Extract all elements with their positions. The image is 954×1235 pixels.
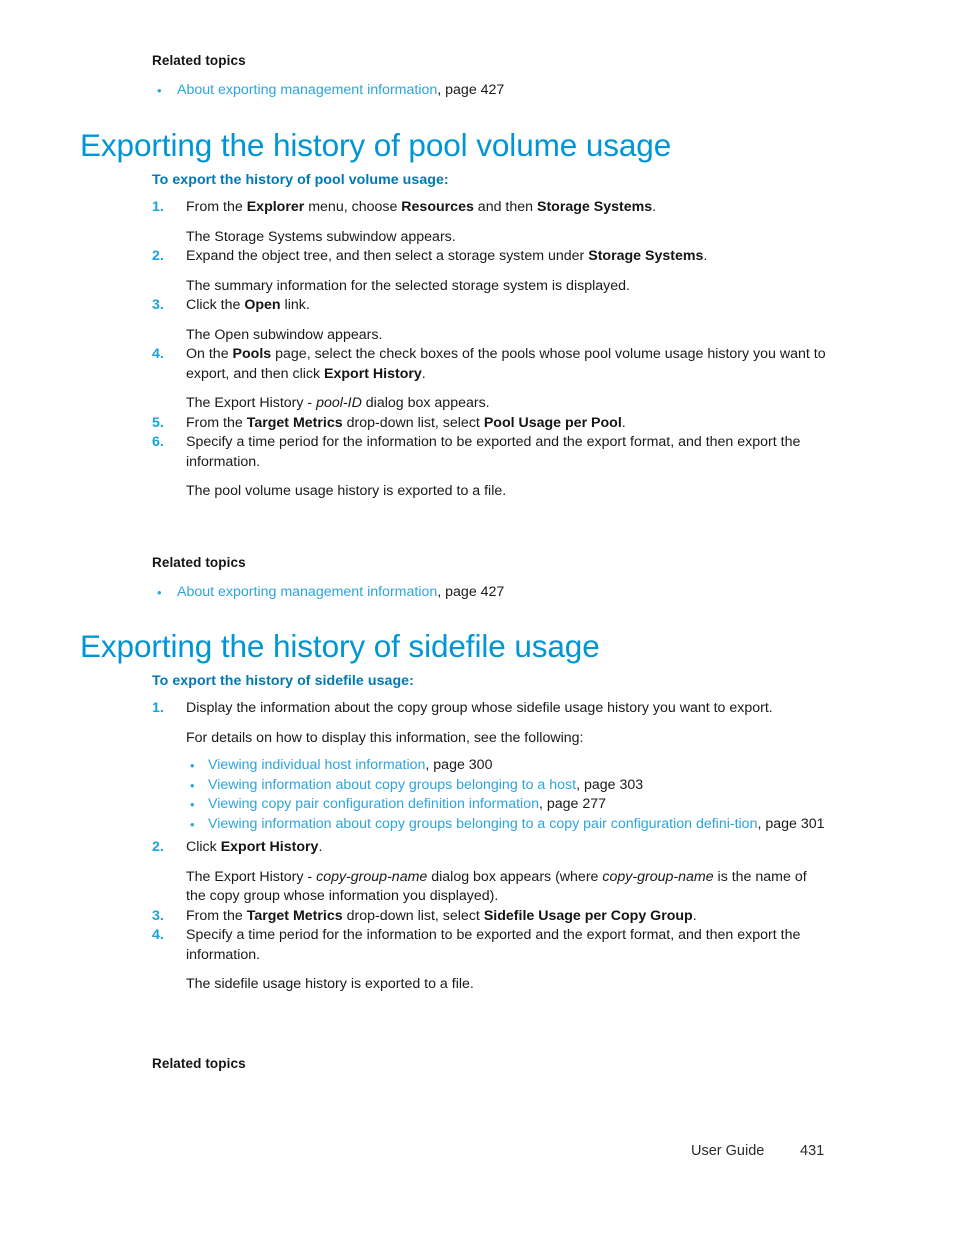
bullet-icon: • bbox=[190, 758, 195, 773]
bullet-icon: • bbox=[157, 83, 162, 98]
step-text: On the Pools page, select the check boxe… bbox=[186, 346, 826, 382]
step-text: Expand the object tree, and then select … bbox=[186, 248, 708, 264]
step-result: The sidefile usage history is exported t… bbox=[186, 976, 474, 992]
page-reference: , page 277 bbox=[538, 796, 607, 812]
step-text: From the Explorer menu, choose Resources… bbox=[186, 199, 657, 215]
step-number: 5. bbox=[152, 414, 164, 431]
step-result: The Open subwindow appears. bbox=[186, 326, 383, 343]
related-topics-list: • About exporting management information,… bbox=[152, 81, 828, 100]
page-title-pool-volume-usage: Exporting the history of pool volume usa… bbox=[80, 127, 672, 163]
cross-reference-link[interactable]: Viewing information about copy groups be… bbox=[208, 816, 757, 832]
page-reference: , page 300 bbox=[425, 757, 493, 773]
step-2: 2. Click Export History. The Export Hist… bbox=[152, 838, 828, 907]
page-reference: , page 427 bbox=[437, 584, 505, 600]
ui-label: Resources bbox=[401, 199, 474, 215]
step-number: 1. bbox=[152, 700, 164, 716]
list-item: • Viewing copy pair configuration definit… bbox=[186, 795, 828, 815]
step-4: 4. On the Pools page, select the check b… bbox=[152, 345, 828, 414]
step-detail-intro: For details on how to display this infor… bbox=[186, 729, 584, 746]
step-text: Display the information about the copy g… bbox=[186, 700, 773, 716]
step-number: 3. bbox=[152, 907, 164, 924]
footer-page-number: 431 bbox=[800, 1143, 825, 1159]
step-result: The Storage Systems subwindow appears. bbox=[186, 228, 456, 245]
ui-label: Export History bbox=[324, 365, 422, 382]
related-topics-block-pool: Related topics • About exporting manageme… bbox=[152, 555, 828, 604]
bullet-icon: • bbox=[190, 777, 195, 793]
bullet-icon: • bbox=[190, 816, 195, 832]
page-reference: , page 427 bbox=[437, 82, 505, 98]
ui-label: Sidefile Usage per Copy Group bbox=[483, 907, 693, 924]
step-6: 6. Specify a time period for the informa… bbox=[152, 433, 828, 502]
step-3: 3. From the Target Metrics drop-down lis… bbox=[152, 907, 828, 927]
ui-label: Pools bbox=[232, 346, 272, 362]
cross-reference-link[interactable]: Viewing information about copy groups be… bbox=[208, 777, 576, 793]
step-number: 4. bbox=[152, 927, 164, 943]
step-text: Click Export History. bbox=[186, 839, 323, 855]
related-topics-block-top: Related topics • About exporting manageme… bbox=[152, 53, 828, 102]
page-reference: , page 301 bbox=[757, 815, 825, 832]
step-1: 1. From the Explorer menu, choose Resour… bbox=[152, 198, 828, 247]
procedure-lead-in: To export the history of pool volume usa… bbox=[152, 172, 449, 188]
step-result: The summary information for the selected… bbox=[186, 277, 630, 294]
step-number: 3. bbox=[152, 297, 164, 313]
related-topics-heading: Related topics bbox=[152, 53, 246, 68]
ui-label: Explorer bbox=[246, 199, 305, 215]
related-topics-heading: Related topics bbox=[152, 1056, 246, 1071]
step-result: The pool volume usage history is exporte… bbox=[186, 483, 507, 499]
related-topics-block-sidefile: Related topics bbox=[152, 1056, 828, 1084]
step-text: Click the Open link. bbox=[186, 297, 310, 313]
variable-text: copy-group-name bbox=[316, 868, 428, 885]
variable-text: pool-ID bbox=[316, 395, 362, 411]
step-number: 1. bbox=[152, 199, 164, 215]
bullet-icon: • bbox=[157, 585, 162, 600]
bullet-icon: • bbox=[190, 797, 195, 812]
step-text: Specify a time period for the informatio… bbox=[186, 434, 801, 470]
step-result: The Export History - pool-ID dialog box … bbox=[186, 395, 490, 411]
document-page: Related topics • About exporting manageme… bbox=[0, 0, 954, 1235]
cross-reference-link[interactable]: About exporting management information bbox=[177, 584, 437, 600]
step-number: 2. bbox=[152, 248, 164, 264]
step-text: From the Target Metrics drop-down list, … bbox=[186, 414, 626, 431]
procedure-sidefile-usage: To export the history of sidefile usage:… bbox=[152, 673, 828, 995]
ui-label: Pool Usage per Pool bbox=[483, 414, 622, 431]
step-number: 6. bbox=[152, 434, 164, 450]
related-topics-list: • About exporting management information,… bbox=[152, 583, 828, 602]
cross-reference-link[interactable]: Viewing individual host information bbox=[208, 757, 425, 773]
ui-label: Storage Systems bbox=[588, 248, 704, 264]
list-item: • Viewing information about copy groups b… bbox=[186, 776, 828, 796]
ui-label: Target Metrics bbox=[246, 414, 343, 431]
procedure-pool-volume-usage: To export the history of pool volume usa… bbox=[152, 172, 828, 502]
step-4: 4. Specify a time period for the informa… bbox=[152, 926, 828, 995]
step-1: 1. Display the information about the cop… bbox=[152, 699, 828, 834]
procedure-lead-in: To export the history of sidefile usage: bbox=[152, 673, 414, 689]
step-number: 4. bbox=[152, 346, 164, 362]
ui-label: Export History bbox=[220, 839, 319, 855]
list-item: • Viewing information about copy groups b… bbox=[186, 815, 828, 835]
list-item: • About exporting management information,… bbox=[152, 583, 828, 602]
cross-reference-link[interactable]: Viewing copy pair configuration definiti… bbox=[208, 796, 539, 812]
cross-reference-list: • Viewing individual host information, pa… bbox=[186, 756, 828, 834]
step-result: The Export History - copy-group-name dia… bbox=[186, 868, 807, 905]
step-text: Specify a time period for the informatio… bbox=[186, 927, 801, 963]
variable-text: copy-group-name bbox=[602, 868, 714, 885]
ui-label: Target Metrics bbox=[246, 907, 343, 924]
ui-label: Open bbox=[244, 297, 281, 313]
ui-label: Storage Systems bbox=[536, 199, 653, 215]
step-2: 2. Expand the object tree, and then sele… bbox=[152, 247, 828, 296]
step-5: 5. From the Target Metrics drop-down lis… bbox=[152, 414, 828, 434]
page-title-sidefile-usage: Exporting the history of sidefile usage bbox=[80, 628, 600, 664]
related-topics-heading: Related topics bbox=[152, 555, 246, 570]
footer-guide-label: User Guide bbox=[691, 1143, 765, 1159]
step-3: 3. Click the Open link. The Open subwind… bbox=[152, 296, 828, 345]
list-item: • About exporting management information,… bbox=[152, 81, 828, 100]
cross-reference-link[interactable]: About exporting management information bbox=[177, 82, 437, 98]
steps-list-pool: 1. From the Explorer menu, choose Resour… bbox=[152, 198, 828, 502]
page-reference: , page 303 bbox=[576, 776, 644, 793]
step-number: 2. bbox=[152, 839, 164, 855]
list-item: • Viewing individual host information, pa… bbox=[186, 756, 828, 776]
steps-list-sidefile: 1. Display the information about the cop… bbox=[152, 699, 828, 995]
step-text: From the Target Metrics drop-down list, … bbox=[186, 907, 697, 924]
